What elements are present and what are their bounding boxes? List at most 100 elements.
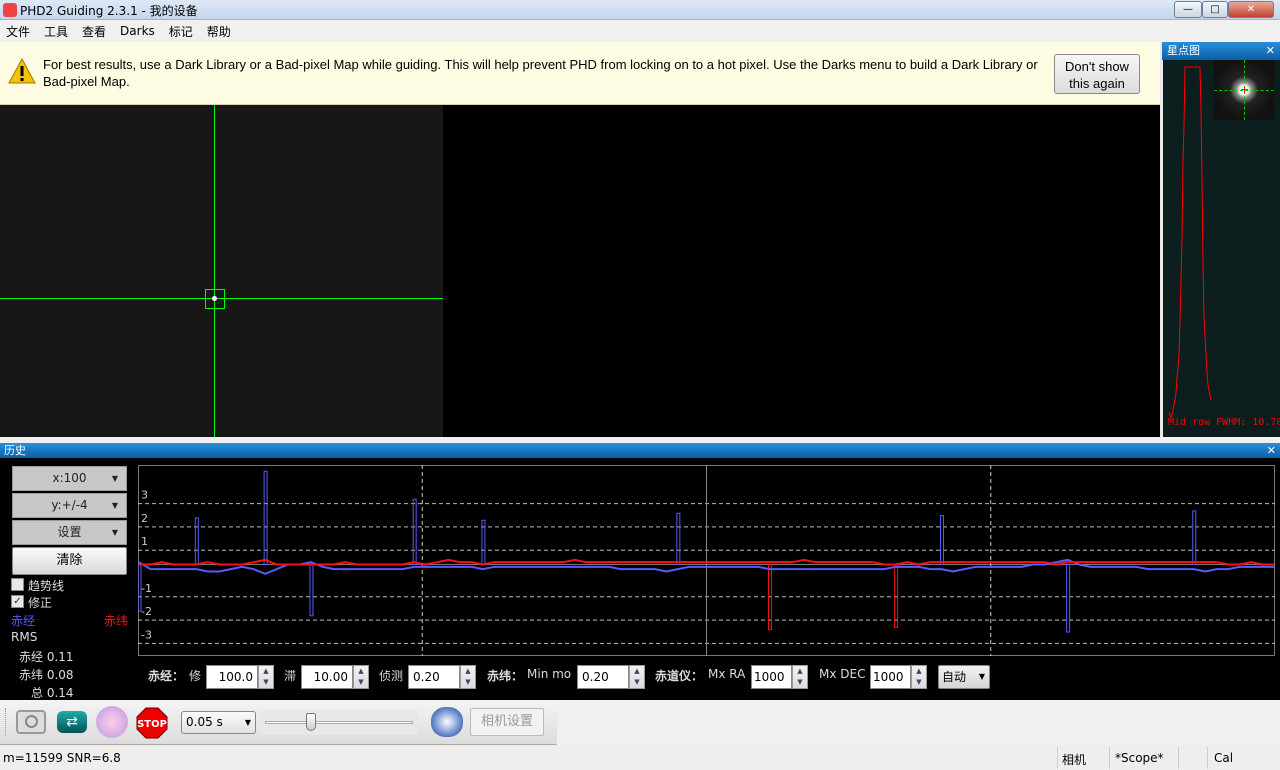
x-scale-value: x:100 [52,471,87,485]
star-center-marker: + [1240,83,1250,96]
menu-darks[interactable]: Darks [120,24,155,38]
ra-minmo-label: 侦测 [379,669,404,683]
ra-legend: 赤经 [11,614,36,628]
menu-view[interactable]: 查看 [82,23,106,40]
slider-thumb[interactable] [306,713,317,731]
camera-view[interactable] [0,105,1160,437]
ra-aggressiveness-input[interactable]: 100.0 [206,665,258,689]
ra-minmo-input[interactable]: 0.20 [408,665,460,689]
max-dec-label: Mx DEC [819,667,866,681]
phd-guide-icon[interactable] [96,706,128,738]
camera-settings-button[interactable]: 相机设置 [470,708,544,736]
y-tick-label: 3 [141,489,148,502]
y-tick-label: -3 [141,628,152,641]
ra-controls-label: 赤经： [148,669,185,683]
exposure-value: 0.05 s [186,715,223,729]
status-divider [1178,747,1179,769]
star-profile-title: 星点图 [1167,44,1200,57]
x-scale-dropdown[interactable]: x:100 ▼ [12,466,127,491]
history-title: 历史 [4,444,26,457]
dec-minmo-input[interactable]: 0.20 [577,665,629,689]
menu-bookmarks[interactable]: 标记 [169,23,193,40]
close-button[interactable]: ✕ [1228,1,1274,18]
dec-legend: 赤纬 [104,614,129,628]
dont-show-again-button[interactable]: Don't show this again [1054,54,1140,94]
info-bar: For best results, use a Dark Library or … [0,42,1160,105]
window-title: PHD2 Guiding 2.3.1 - 我的设备 [20,4,198,18]
status-divider [1207,747,1208,769]
stop-label: STOP [137,719,167,730]
ra-correction-pulse [1066,564,1071,633]
fwhm-label: Mid row FWHM: 10.70 [1168,417,1280,428]
corrections-label: 修正 [28,596,53,610]
settings-label: 设置 [57,525,82,539]
loop-icon[interactable]: ⇄ [57,711,87,733]
ra-correction-pulse [138,564,142,612]
ra-hysteresis-spinner[interactable]: ▲ ▼ [353,665,369,689]
info-message: For best results, use a Dark Library or … [43,57,1038,89]
chevron-down-icon: ▼ [244,718,251,727]
menu-help[interactable]: 帮助 [207,23,231,40]
star-thumbnail: + [1214,60,1274,120]
brain-icon[interactable] [431,707,463,737]
max-dec-spinner[interactable]: ▲ ▼ [911,665,927,689]
ra-hysteresis-input[interactable]: 10.00 [301,665,353,689]
close-icon[interactable]: ✕ [1266,42,1275,60]
mount-controls-label: 赤道仪： [655,669,704,683]
star-status: m=11599 SNR=6.8 [3,751,121,765]
guide-star [212,296,217,301]
y-tick-label: -2 [141,605,152,618]
rms-ra: 赤经 0.11 [19,650,74,664]
camera-image [0,105,443,437]
menu-tools[interactable]: 工具 [44,23,68,40]
chevron-down-icon: ▼ [111,474,118,483]
status-divider [1057,747,1058,769]
menu-bar: 文件 工具 查看 Darks 标记 帮助 [0,20,1280,42]
star-profile-body: + Mid row FWHM: 10.70 [1163,60,1280,437]
y-scale-value: y:+/-4 [51,498,88,512]
maximize-button[interactable]: □ [1202,1,1228,18]
minimize-button[interactable]: — [1174,1,1202,18]
ra-correction-pulse [194,517,199,565]
dec-minmo-spinner[interactable]: ▲ ▼ [629,665,645,689]
chevron-down-icon: ▼ [978,672,985,681]
chevron-down-icon: ▼ [111,528,118,537]
slider-track [265,721,413,724]
ra-aggressiveness-label: 修 [189,669,202,683]
warning-icon [8,58,36,84]
calibration-status: Cal [1214,751,1234,765]
dec-controls-label: 赤纬： [487,669,524,683]
corrections-checkbox[interactable]: ✓ [11,595,24,608]
toolbar: ⇄ STOP 0.05 s ▼ 相机设置 [0,700,557,745]
rms-total: 总 0.14 [31,686,74,700]
max-ra-input[interactable]: 1000 [751,665,792,689]
ra-hysteresis-label: 滞 [284,669,297,683]
dec-mode-dropdown[interactable]: 自动 ▼ [938,665,990,689]
title-bar: PHD2 Guiding 2.3.1 - 我的设备 — □ ✕ [0,0,1280,20]
dec-minmo-label: Min mo [527,667,572,681]
ra-correction-pulse [940,515,945,565]
dec-mode-value: 自动 [942,670,967,684]
trend-checkbox[interactable] [11,578,24,591]
max-ra-spinner[interactable]: ▲ ▼ [792,665,808,689]
profile-curve [1168,66,1212,420]
max-dec-input[interactable]: 1000 [870,665,911,689]
close-icon[interactable]: ✕ [1267,443,1276,458]
y-scale-dropdown[interactable]: y:+/-4 ▼ [12,493,127,518]
clear-button[interactable]: 清除 [12,547,127,575]
trend-label: 趋势线 [28,579,65,593]
ra-minmo-spinner[interactable]: ▲ ▼ [460,665,476,689]
y-tick-label: 2 [141,512,148,525]
gamma-slider[interactable] [260,710,418,735]
y-tick-label: -1 [141,582,152,595]
ra-aggressiveness-spinner[interactable]: ▲ ▼ [258,665,274,689]
stop-icon[interactable]: STOP [136,707,168,739]
settings-dropdown[interactable]: 设置 ▼ [12,520,127,545]
exposure-dropdown[interactable]: 0.05 s ▼ [181,711,256,734]
status-divider [1109,747,1110,769]
status-bar: m=11599 SNR=6.8 相机 *Scope* Cal [0,745,1280,770]
camera-icon[interactable] [16,710,46,734]
star-profile-panel: 星点图 ✕ + Mid row FWHM: 10.70 [1160,42,1280,437]
rms-dec: 赤纬 0.08 [19,668,74,682]
menu-file[interactable]: 文件 [6,23,30,40]
